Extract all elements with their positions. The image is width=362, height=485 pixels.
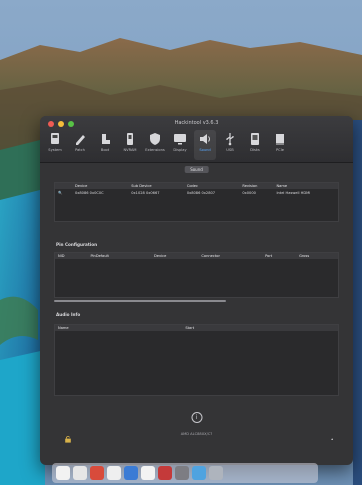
window-title: Hackintool v3.6.3 <box>174 120 219 126</box>
tab-label: Extensions <box>145 148 165 152</box>
tab-patch[interactable]: Patch <box>69 130 91 160</box>
info-icon[interactable]: i <box>191 412 202 423</box>
tab-pcie[interactable]: PCIe <box>269 130 291 160</box>
dock-app-icon[interactable] <box>175 466 189 480</box>
audio-info-label: Audio Info <box>56 312 81 317</box>
usb-icon <box>226 133 234 146</box>
lock-icon[interactable] <box>64 435 72 443</box>
tab-label: Disks <box>250 148 260 152</box>
sound-content: Sound Device Sub Device Codec Revision N… <box>54 166 339 455</box>
display-icon <box>174 134 186 145</box>
audio-table-header: Name Start <box>55 325 338 331</box>
table-row[interactable]: 🔍 0x8086 0x0C0C 0x1028 0x0667 0x8086 0x2… <box>55 189 338 197</box>
table-cell: 0x1028 0x0667 <box>131 191 160 195</box>
dock-app-icon[interactable] <box>124 466 138 480</box>
tab-label: Boot <box>100 148 110 152</box>
table-cell: 0x0000 <box>242 191 256 195</box>
dock-app-icon[interactable] <box>56 466 70 480</box>
column-header[interactable]: Start <box>182 325 338 331</box>
tab-nvram[interactable]: NVRAM <box>119 130 141 160</box>
audio-info-table: Name Start <box>54 324 339 396</box>
save-button[interactable]: ▴ <box>331 437 333 441</box>
dock-app-icon[interactable] <box>90 466 104 480</box>
dock-app-icon[interactable] <box>107 466 121 480</box>
tab-sound[interactable]: Sound <box>194 130 216 160</box>
toolbar: System Patch Boot NVRAM Extensions Displ… <box>44 130 291 160</box>
tab-label: PCIe <box>276 148 284 152</box>
tab-label: Sound <box>199 148 211 152</box>
hackintool-window: Hackintool v3.6.3 System Patch Boot NVRA… <box>40 116 353 465</box>
tab-label: Display <box>173 148 187 152</box>
dock-app-icon[interactable] <box>158 466 172 480</box>
dock-app-icon[interactable] <box>192 466 206 480</box>
tab-boot[interactable]: Boot <box>94 130 116 160</box>
pin-table-header: NID PinDefault Device Connector Port Gro… <box>55 253 338 259</box>
extension-icon <box>150 133 160 145</box>
search-icon[interactable]: 🔍 <box>55 189 72 197</box>
dock-app-icon[interactable] <box>141 466 155 480</box>
pencil-icon <box>76 135 85 145</box>
device-table: Device Sub Device Codec Revision Name 🔍 … <box>54 182 339 222</box>
window-titlebar: Hackintool v3.6.3 System Patch Boot NVRA… <box>40 116 353 163</box>
disk-icon <box>251 133 259 145</box>
column-header[interactable]: Port <box>262 253 297 259</box>
dock <box>52 463 318 483</box>
table-cell: 0x8086 0x0C0C <box>74 191 104 195</box>
pin-configuration-table: NID PinDefault Device Connector Port Gro… <box>54 252 339 298</box>
column-header[interactable]: PinDefault <box>87 253 151 259</box>
column-header[interactable]: Device <box>150 253 199 259</box>
nvram-icon <box>127 133 133 145</box>
speaker-icon <box>200 134 210 144</box>
tab-label: USB <box>226 148 234 152</box>
trash-icon[interactable] <box>209 466 223 480</box>
tab-disks[interactable]: Disks <box>244 130 266 160</box>
tab-display[interactable]: Display <box>169 130 191 160</box>
pin-configuration-label: Pin Configuration <box>56 242 98 247</box>
table-cell: Intel Haswell HDMI <box>276 191 311 195</box>
tab-label: Patch <box>75 148 85 152</box>
tab-label: System <box>48 148 62 152</box>
tab-usb[interactable]: USB <box>219 130 241 160</box>
sound-section-button[interactable]: Sound <box>184 166 209 173</box>
table-cell: 0x8086 0x2807 <box>186 191 216 195</box>
boot-icon <box>102 134 110 144</box>
footer-label: AMD ALC88XX/C? <box>180 432 213 436</box>
column-header[interactable]: Gross <box>296 253 338 259</box>
dock-app-icon[interactable] <box>73 466 87 480</box>
tab-system[interactable]: System <box>44 130 66 160</box>
pcie-icon <box>276 134 284 145</box>
column-header[interactable]: Name <box>55 325 183 331</box>
horizontal-scrollbar[interactable] <box>54 300 226 302</box>
tab-extensions[interactable]: Extensions <box>144 130 166 160</box>
column-header[interactable]: NID <box>55 253 88 259</box>
column-header[interactable]: Connector <box>198 253 263 259</box>
computer-icon <box>51 133 59 144</box>
tab-label: NVRAM <box>123 148 137 152</box>
